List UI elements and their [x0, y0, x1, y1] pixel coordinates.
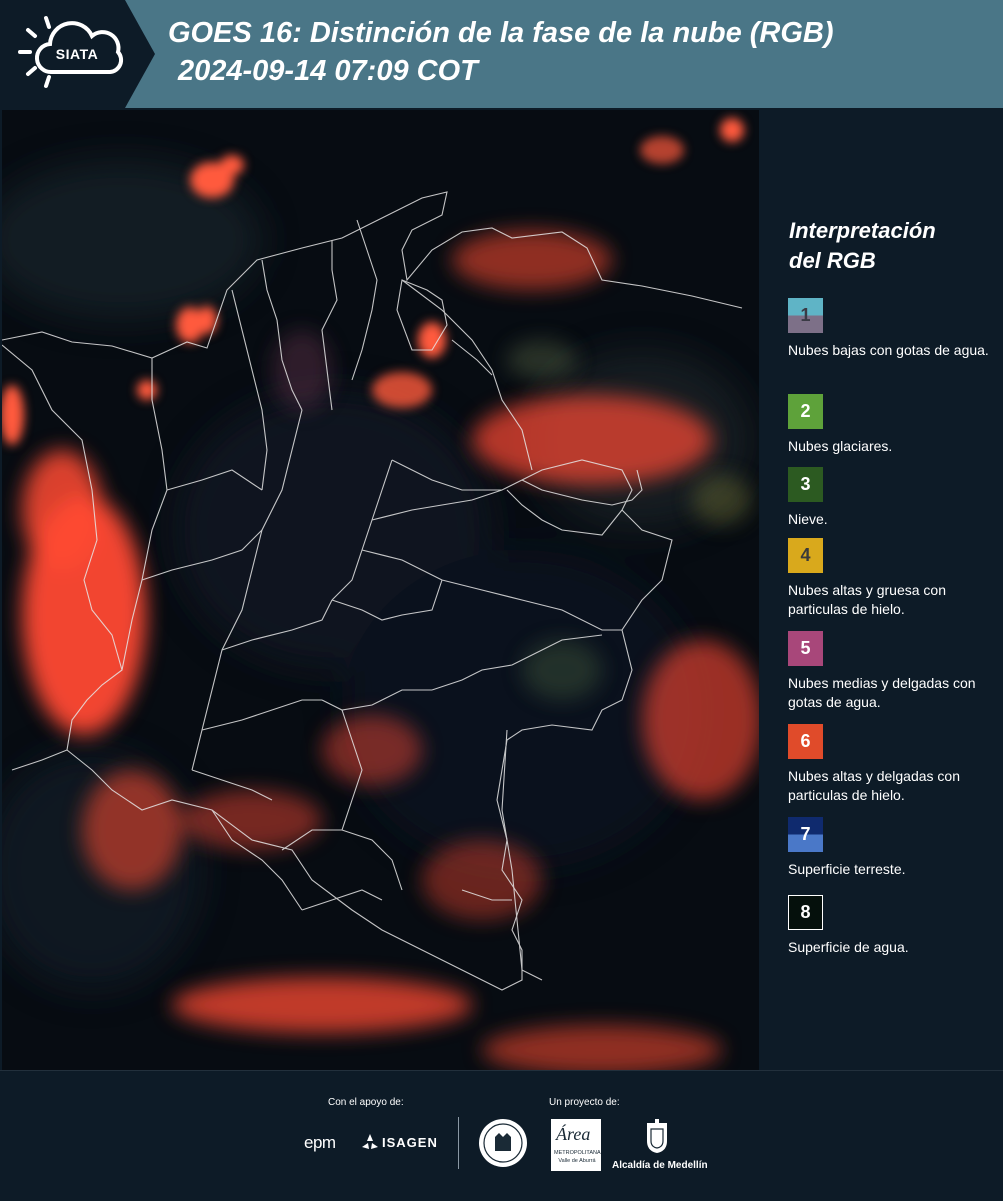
legend-swatch-6: 6 — [788, 724, 823, 759]
legend-desc-6: Nubes altas y delgadas con particulas de… — [788, 768, 960, 803]
isagen-icon — [362, 1134, 378, 1149]
legend-number-5: 5 — [800, 638, 811, 658]
area-logo-sub1: METROPOLITANA — [554, 1150, 601, 1156]
area-logo-text: Área — [556, 1124, 591, 1144]
page-title: GOES 16: Distinción de la fase de la nub… — [168, 14, 988, 90]
satellite-map — [2, 110, 759, 1070]
legend-number-3: 3 — [800, 474, 811, 494]
legend-title-line-2: del RGB — [789, 248, 876, 273]
legend-item-2: 2 Nubes glaciares. — [788, 394, 998, 456]
legend-swatch-7: 7 — [788, 817, 823, 852]
siata-logo-text: SIATA — [55, 46, 99, 62]
legend-number-8: 8 — [800, 902, 811, 922]
legend-item-6: 6 Nubes altas y delgadas con particulas … — [788, 724, 998, 805]
seal-icon — [479, 1119, 527, 1167]
legend-desc-3: Nieve. — [788, 511, 828, 527]
legend-swatch-5: 5 — [788, 631, 823, 666]
legend-title: Interpretación del RGB — [789, 216, 989, 276]
area-metropolitana-logo: Área METROPOLITANA Valle de Aburrá — [551, 1119, 601, 1171]
legend-desc-7: Superficie terreste. — [788, 861, 906, 877]
legend-number-7: 7 — [800, 824, 811, 844]
legend-desc-8: Superficie de agua. — [788, 939, 909, 955]
legend-number-4: 4 — [800, 545, 811, 565]
legend-swatch-4: 4 — [788, 538, 823, 573]
alcaldia-logo-text: Alcaldía de Medellín — [612, 1160, 708, 1171]
satellite-image — [2, 110, 759, 1070]
legend-item-1: 1 Nubes bajas con gotas de agua. — [788, 298, 998, 360]
footer-divider — [458, 1117, 459, 1169]
legend-number-6: 6 — [800, 731, 811, 751]
legend-number-2: 2 — [800, 401, 811, 421]
legend-swatch-1: 1 — [788, 298, 823, 333]
title-line-2: 2024-09-14 07:09 COT — [178, 55, 478, 87]
legend-number-1: 1 — [800, 305, 811, 325]
legend-item-3: 3 Nieve. — [788, 467, 998, 529]
area-logo-sub2: Valle de Aburrá — [558, 1158, 596, 1164]
support-label: Con el apoyo de: — [328, 1097, 404, 1108]
title-line-1: GOES 16: Distinción de la fase de la nub… — [168, 17, 834, 49]
legend-desc-1: Nubes bajas con gotas de agua. — [788, 342, 989, 358]
siata-logo: SIATA — [0, 0, 155, 108]
project-label: Un proyecto de: — [549, 1097, 620, 1108]
footer: Con el apoyo de: Un proyecto de: epm ISA… — [0, 1070, 1003, 1201]
legend-panel: Interpretación del RGB 1 Nubes bajas con… — [762, 110, 1003, 1070]
legend-swatch-8: 8 — [788, 895, 823, 930]
legend-desc-2: Nubes glaciares. — [788, 438, 893, 454]
legend-swatch-2: 2 — [788, 394, 823, 429]
epm-logo: epm — [304, 1133, 336, 1152]
legend-swatch-3: 3 — [788, 467, 823, 502]
legend-desc-5: Nubes medias y delgadas con gotas de agu… — [788, 675, 976, 710]
coat-of-arms-icon — [647, 1119, 667, 1153]
legend-item-8: 8 Superficie de agua. — [788, 895, 998, 957]
legend-item-7: 7 Superficie terreste. — [788, 817, 998, 879]
header-bar: SIATA GOES 16: Distinción de la fase de … — [0, 0, 1003, 108]
isagen-logo-text: ISAGEN — [382, 1135, 438, 1150]
legend-desc-4: Nubes altas y gruesa con particulas de h… — [788, 582, 946, 617]
legend-title-line-1: Interpretación — [789, 218, 936, 243]
legend-item-4: 4 Nubes altas y gruesa con particulas de… — [788, 538, 998, 619]
legend-item-5: 5 Nubes medias y delgadas con gotas de a… — [788, 631, 998, 712]
